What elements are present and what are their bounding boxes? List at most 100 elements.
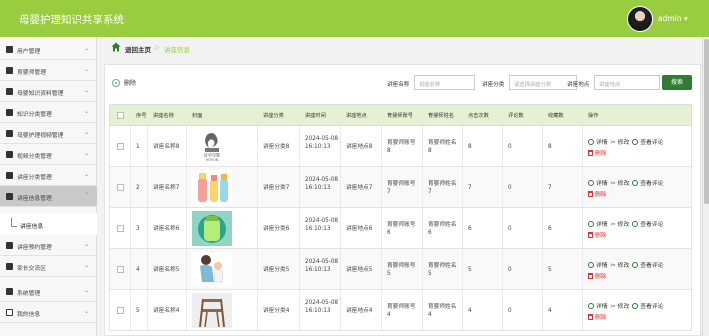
column-divider bbox=[299, 290, 300, 330]
favorite-count: 4 bbox=[548, 308, 552, 314]
row-number: 3 bbox=[136, 226, 140, 232]
column-divider bbox=[462, 167, 463, 207]
sidebar-item-video-category[interactable]: 视频分类管理 ⌄ bbox=[0, 144, 97, 165]
lecture-location: 讲座地点7 bbox=[346, 185, 373, 191]
user-avatar[interactable] bbox=[627, 6, 653, 32]
chevron-down-icon: ⌄ bbox=[83, 262, 89, 269]
column-divider bbox=[422, 290, 423, 330]
edit-button[interactable]: ✂ 修改 bbox=[610, 303, 630, 310]
edit-button[interactable]: ✂ 修改 bbox=[610, 221, 630, 228]
edit-button[interactable]: ✂ 修改 bbox=[611, 139, 630, 146]
main-panel: 删除 讲座名称 讲座名称 讲座分类 请选择讲座分类 ⌄ 讲座地点 讲座地点 搜索 … bbox=[104, 64, 701, 336]
delete-circle-icon bbox=[112, 79, 120, 87]
chevron-down-icon: ⌄ bbox=[83, 66, 89, 73]
search-button[interactable]: 搜索 bbox=[662, 75, 692, 90]
delete-button[interactable]: 删除 bbox=[588, 232, 607, 239]
name-filter-input[interactable]: 讲座名称 bbox=[414, 75, 475, 90]
view-comments-button[interactable]: 查看评论 bbox=[632, 262, 663, 269]
users-icon bbox=[6, 46, 13, 53]
sidebar-item-users[interactable]: 用户管理 ⌄ bbox=[0, 39, 97, 60]
select-all-checkbox[interactable] bbox=[117, 112, 124, 119]
edit-button[interactable]: ✂ 修改 bbox=[610, 262, 630, 269]
click-count: 7 bbox=[468, 185, 472, 191]
column-header: 育婴师账号 bbox=[387, 113, 413, 119]
chevron-down-icon: ⌄ bbox=[83, 241, 89, 248]
batch-delete-button[interactable]: 删除 bbox=[112, 78, 136, 91]
sidebar-item-knowledge-category[interactable]: 知识分类管理 ⌄ bbox=[0, 102, 97, 123]
cover-image bbox=[192, 211, 232, 246]
lecture-location: 讲座地点5 bbox=[346, 267, 373, 273]
column-header: 收藏数 bbox=[548, 113, 564, 119]
column-header: 点击次数 bbox=[468, 113, 489, 119]
column-header: 讲座时间 bbox=[305, 113, 326, 119]
grid-icon bbox=[6, 263, 13, 270]
sidebar-item-videos[interactable]: 母婴护理视频管理 ⌄ bbox=[0, 123, 97, 144]
location-filter-input[interactable]: 讲座地点 bbox=[594, 75, 660, 90]
detail-button[interactable]: 详情 bbox=[588, 180, 608, 187]
comment-count: 0 bbox=[508, 144, 512, 150]
breadcrumb-current: 讲座信息 bbox=[164, 46, 190, 54]
column-divider bbox=[462, 208, 463, 248]
sidebar-subitem-lecture-info[interactable]: 讲座信息 bbox=[0, 213, 97, 235]
lecture-name: 讲座名称5 bbox=[153, 267, 180, 273]
chevron-down-icon: ⌄ bbox=[83, 171, 89, 178]
column-divider bbox=[130, 290, 131, 330]
row-checkbox[interactable] bbox=[117, 225, 124, 232]
sidebar-item-system[interactable]: 系统管理 ⌄ bbox=[0, 281, 97, 302]
user-menu[interactable]: admin ▾ bbox=[658, 14, 688, 23]
click-count: 5 bbox=[468, 267, 472, 273]
detail-button[interactable]: 详情 bbox=[588, 303, 608, 310]
sidebar-item-lecture-info[interactable]: 讲座信息管理 ⌃ bbox=[0, 186, 97, 207]
table-row: 2 讲座名称7 讲座分类7 2024-05-08 16:10:13 讲座地点7 育婴师账号… bbox=[109, 167, 692, 208]
grid-icon bbox=[6, 242, 13, 249]
row-checkbox[interactable] bbox=[117, 143, 124, 150]
sidebar: 用户管理 ⌄ 育婴师管理 ⌄ 母婴知识资料管理 ⌄ 知识分类管理 ⌄ 母婴护理视频管理 ⌄… bbox=[0, 37, 97, 336]
comments-icon bbox=[632, 180, 639, 186]
scrollbar-thumb[interactable] bbox=[704, 39, 709, 204]
sidebar-item-my-info[interactable]: 我的信息 ⌄ bbox=[0, 302, 97, 323]
edit-icon: ✂ bbox=[610, 303, 616, 310]
detail-button[interactable]: 详情 bbox=[588, 139, 608, 146]
edit-icon: ✂ bbox=[610, 262, 616, 269]
column-header: 封面 bbox=[192, 113, 203, 119]
page-scrollbar[interactable] bbox=[702, 37, 709, 336]
chevron-down-icon: ⌄ bbox=[83, 45, 89, 52]
view-comments-button[interactable]: 查看评论 bbox=[632, 180, 663, 187]
cover-image bbox=[192, 170, 232, 205]
sidebar-item-lecture-booking[interactable]: 讲座预约管理 ⌄ bbox=[0, 235, 97, 256]
view-comments-button[interactable]: 查看评论 bbox=[632, 139, 663, 146]
column-divider bbox=[299, 126, 300, 166]
grid-icon bbox=[6, 172, 13, 179]
lecture-time: 2024-05-08 16:10:13 bbox=[305, 136, 339, 150]
sidebar-item-knowledge[interactable]: 母婴知识资料管理 ⌄ bbox=[0, 81, 97, 102]
column-divider bbox=[130, 208, 131, 248]
view-comments-button[interactable]: 查看评论 bbox=[632, 221, 663, 228]
column-header: 序号 bbox=[136, 113, 147, 119]
row-checkbox[interactable] bbox=[117, 184, 124, 191]
sidebar-item-forum[interactable]: 家长交流区 ⌄ bbox=[0, 256, 97, 277]
column-divider bbox=[542, 167, 543, 207]
column-divider bbox=[462, 249, 463, 289]
home-icon[interactable] bbox=[111, 42, 121, 52]
row-checkbox[interactable] bbox=[117, 307, 124, 314]
grid-icon bbox=[6, 193, 13, 200]
sidebar-item-lecture-category[interactable]: 讲座分类管理 ⌄ bbox=[0, 165, 97, 186]
detail-button[interactable]: 详情 bbox=[588, 221, 608, 228]
tree-line bbox=[11, 218, 17, 227]
row-checkbox[interactable] bbox=[117, 266, 124, 273]
breadcrumb-home[interactable]: 退回主页 bbox=[125, 44, 151, 54]
sidebar-item-nannies[interactable]: 育婴师管理 ⌄ bbox=[0, 60, 97, 81]
lecture-category: 讲座分类8 bbox=[263, 144, 290, 150]
edit-icon: ✂ bbox=[610, 221, 616, 228]
grid-icon bbox=[6, 288, 13, 295]
delete-button[interactable]: 删除 bbox=[588, 314, 607, 321]
edit-button[interactable]: ✂ 修改 bbox=[611, 180, 630, 187]
delete-button[interactable]: 删除 bbox=[588, 273, 607, 280]
column-divider bbox=[381, 290, 382, 330]
delete-button[interactable]: 删除 bbox=[588, 191, 607, 198]
detail-button[interactable]: 详情 bbox=[588, 262, 608, 269]
view-comments-button[interactable]: 查看评论 bbox=[632, 303, 663, 310]
column-divider bbox=[381, 249, 382, 289]
nanny-account: 育婴师账号7 bbox=[387, 181, 416, 195]
delete-button[interactable]: 删除 bbox=[588, 150, 607, 157]
